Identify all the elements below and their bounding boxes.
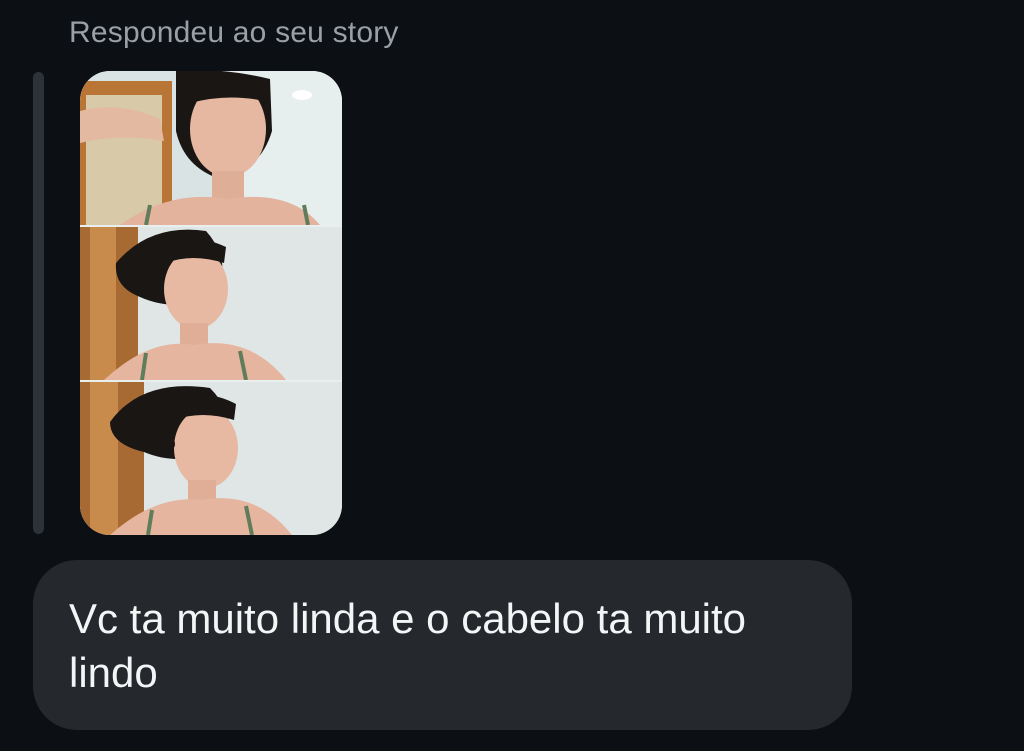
- story-photo-2: [80, 227, 342, 380]
- story-reply-caption: Respondeu ao seu story: [69, 16, 399, 49]
- message-bubble[interactable]: Vc ta muito linda e o cabelo ta muito li…: [33, 560, 852, 730]
- story-photo-1: [80, 71, 342, 225]
- story-thumbnail[interactable]: [80, 71, 342, 535]
- chat-screen: Respondeu ao seu story Vc ta muito linda…: [0, 0, 1024, 751]
- message-text: Vc ta muito linda e o cabelo ta muito li…: [69, 595, 747, 696]
- story-photo-3: [80, 382, 342, 535]
- reply-quote-bar: [33, 72, 44, 534]
